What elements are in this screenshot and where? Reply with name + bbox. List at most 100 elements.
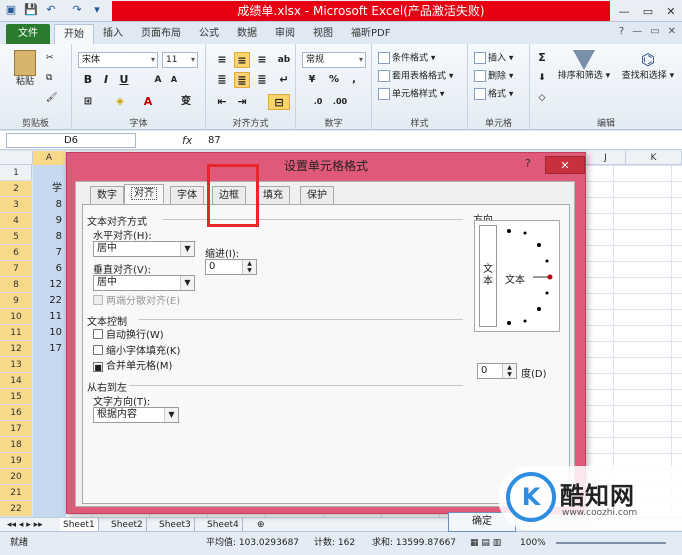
row-header[interactable]: 17 bbox=[0, 421, 32, 437]
number-format-combo[interactable]: 常规 bbox=[302, 52, 366, 68]
accounting-icon[interactable]: ¥ bbox=[304, 72, 320, 88]
tab-home[interactable]: 开始 bbox=[54, 24, 94, 44]
insert-cells-button[interactable]: 插入 ▾ bbox=[474, 52, 513, 65]
row-header[interactable]: 4 bbox=[0, 213, 32, 229]
align-center-icon[interactable]: ≣ bbox=[234, 72, 250, 88]
column-header-k[interactable]: K bbox=[626, 151, 682, 165]
underline-button[interactable]: U bbox=[116, 72, 132, 88]
cell-a[interactable]: 7 bbox=[33, 245, 66, 261]
horizontal-align-select[interactable]: 居中 ▼ bbox=[93, 241, 195, 257]
cell-a[interactable]: 8 bbox=[33, 229, 66, 245]
zoom-slider[interactable] bbox=[556, 542, 666, 544]
tab-foxit-pdf[interactable]: 福昕PDF bbox=[342, 24, 399, 44]
customize-quick-access-icon[interactable]: ▾ bbox=[90, 3, 104, 17]
delete-cells-button[interactable]: 删除 ▾ bbox=[474, 70, 513, 83]
italic-button[interactable]: I bbox=[98, 72, 114, 88]
decrease-indent-icon[interactable]: ⇤ bbox=[214, 94, 230, 110]
cell-a[interactable]: 学 bbox=[33, 181, 66, 197]
tab-review[interactable]: 审阅 bbox=[266, 24, 304, 44]
dialog-tab-protection[interactable]: 保护 bbox=[300, 186, 334, 204]
row-header[interactable]: 18 bbox=[0, 437, 32, 453]
row-header[interactable]: 10 bbox=[0, 309, 32, 325]
increase-decimal-icon[interactable]: .0 bbox=[310, 94, 326, 110]
orientation-icon[interactable]: ab bbox=[276, 52, 292, 68]
align-middle-icon[interactable]: ≡ bbox=[234, 52, 250, 68]
format-as-table-button[interactable]: 套用表格格式 ▾ bbox=[378, 70, 453, 83]
row-header[interactable]: 9 bbox=[0, 293, 32, 309]
cut-icon[interactable]: ✂ bbox=[46, 52, 54, 64]
align-left-icon[interactable]: ≣ bbox=[214, 72, 230, 88]
tab-insert[interactable]: 插入 bbox=[94, 24, 132, 44]
wrap-text-icon[interactable]: ↵ bbox=[276, 72, 292, 88]
text-direction-select[interactable]: 根据内容 ▼ bbox=[93, 407, 179, 423]
cell-a[interactable]: 6 bbox=[33, 261, 66, 277]
row-header[interactable]: 8 bbox=[0, 277, 32, 293]
cell-styles-button[interactable]: 单元格样式 ▾ bbox=[378, 88, 444, 101]
decrease-decimal-icon[interactable]: .00 bbox=[332, 94, 348, 110]
row-header[interactable]: 11 bbox=[0, 325, 32, 341]
sheet-tab-2[interactable]: Sheet2 bbox=[108, 518, 147, 532]
percent-button[interactable]: % bbox=[326, 72, 342, 88]
row-header[interactable]: 15 bbox=[0, 389, 32, 405]
ribbon-minimize-icon[interactable]: — bbox=[632, 26, 642, 37]
row-header[interactable]: 16 bbox=[0, 405, 32, 421]
cell-a[interactable]: 11 bbox=[33, 309, 66, 325]
maximize-icon[interactable]: ▭ bbox=[643, 5, 653, 18]
cell-a[interactable]: 10 bbox=[33, 325, 66, 341]
new-sheet-icon[interactable]: ⊕ bbox=[254, 518, 268, 532]
save-icon[interactable]: 💾 bbox=[24, 3, 38, 17]
insert-function-icon[interactable]: fx bbox=[182, 133, 198, 148]
formula-input[interactable]: 87 bbox=[208, 133, 221, 148]
copy-icon[interactable]: ⧉ bbox=[46, 72, 52, 84]
cell-a[interactable]: 9 bbox=[33, 213, 66, 229]
sheet-nav-icon[interactable]: ◂◂ ◂ ▸ ▸▸ bbox=[4, 518, 46, 532]
dialog-tab-alignment[interactable]: 对齐 bbox=[124, 184, 164, 204]
zoom-level[interactable]: 100% bbox=[520, 532, 546, 554]
row-header[interactable]: 13 bbox=[0, 357, 32, 373]
cell-a[interactable]: 17 bbox=[33, 341, 66, 357]
row-header[interactable]: 3 bbox=[0, 197, 32, 213]
comma-button[interactable]: , bbox=[346, 72, 362, 88]
paste-button[interactable]: 粘贴 bbox=[10, 50, 40, 90]
row-header[interactable]: 2 bbox=[0, 181, 32, 197]
column-header-a[interactable]: A bbox=[33, 151, 66, 165]
close-icon[interactable]: ✕ bbox=[666, 5, 675, 18]
wrap-text-checkbox[interactable]: 自动换行(W) bbox=[93, 329, 164, 342]
conditional-format-button[interactable]: 条件格式 ▾ bbox=[378, 52, 435, 65]
row-header[interactable]: 20 bbox=[0, 469, 32, 485]
grow-font-icon[interactable]: A bbox=[150, 72, 166, 88]
tab-file[interactable]: 文件 bbox=[6, 24, 50, 44]
row-header[interactable]: 14 bbox=[0, 373, 32, 389]
sheet-tab-1[interactable]: Sheet1 bbox=[60, 518, 99, 532]
dialog-tab-number[interactable]: 数字 bbox=[90, 186, 124, 204]
ribbon-close-icon[interactable]: ✕ bbox=[668, 26, 676, 37]
cell-a[interactable]: 22 bbox=[33, 293, 66, 309]
column-header-j[interactable]: J bbox=[586, 151, 626, 165]
tab-data[interactable]: 数据 bbox=[228, 24, 266, 44]
merge-cells-checkbox[interactable]: ■ 合并单元格(M) bbox=[93, 361, 172, 373]
indent-stepper[interactable]: 0 ▲ ▼ bbox=[205, 259, 257, 275]
dialog-tab-fill[interactable]: 填充 bbox=[256, 186, 290, 204]
bold-button[interactable]: B bbox=[80, 72, 96, 88]
align-top-icon[interactable]: ≡ bbox=[214, 52, 230, 68]
ribbon-restore-icon[interactable]: ▭ bbox=[650, 26, 659, 37]
row-header[interactable]: 12 bbox=[0, 341, 32, 357]
row-header[interactable]: 1 bbox=[0, 165, 32, 181]
fill-color-icon[interactable]: ◈ bbox=[112, 94, 128, 110]
clear-icon[interactable]: ◇ bbox=[534, 90, 550, 106]
border-icon[interactable]: ⊞ bbox=[80, 94, 96, 110]
view-buttons[interactable]: ▦ ▤ ▥ bbox=[470, 532, 501, 554]
name-box[interactable]: D6 bbox=[6, 133, 136, 148]
redo-icon[interactable]: ↷ bbox=[70, 3, 84, 17]
format-painter-icon[interactable]: 🖌 bbox=[46, 92, 57, 104]
font-size-combo[interactable]: 11 bbox=[162, 52, 198, 68]
autosum-icon[interactable]: Σ bbox=[534, 50, 550, 66]
find-select-button[interactable]: ⌬ 查找和选择 ▾ bbox=[618, 50, 678, 82]
row-header[interactable]: 22 bbox=[0, 501, 32, 517]
fill-icon[interactable]: ⬇ bbox=[534, 70, 550, 86]
shrink-to-fit-checkbox[interactable]: 缩小字体填充(K) bbox=[93, 345, 180, 358]
cell-a[interactable]: 8 bbox=[33, 197, 66, 213]
select-all-corner[interactable] bbox=[0, 151, 33, 165]
align-bottom-icon[interactable]: ≡ bbox=[254, 52, 270, 68]
sheet-tab-4[interactable]: Sheet4 bbox=[204, 518, 243, 532]
